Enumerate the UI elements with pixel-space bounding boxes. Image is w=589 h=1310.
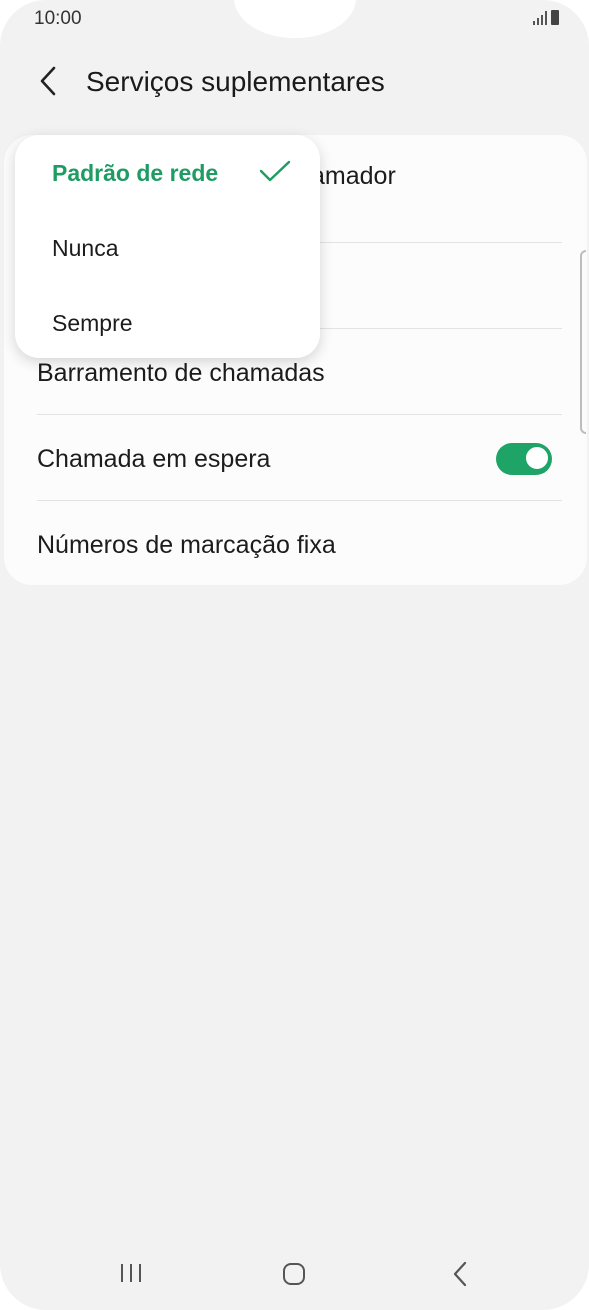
home-icon[interactable] (282, 1262, 306, 1286)
phone-screen: 10:00 Serviços suplementares amador Barr… (0, 0, 589, 1310)
option-network-default[interactable]: Padrão de rede (52, 160, 218, 187)
dropdown-menu: Padrão de rede Nunca Sempre (15, 135, 320, 358)
scrollbar[interactable] (580, 250, 586, 434)
navigation-bar (0, 1240, 589, 1310)
camera-notch (234, 0, 356, 38)
status-time: 10:00 (34, 8, 82, 29)
setting-call-waiting[interactable]: Chamada em espera (37, 414, 562, 501)
check-icon (259, 160, 291, 182)
signal-icon (533, 11, 547, 25)
setting-caller-id-label: amador (311, 162, 396, 190)
toggle-knob (525, 446, 549, 470)
page-title: Serviços suplementares (86, 66, 385, 97)
setting-fixed-dialing[interactable]: Números de marcação fixa (37, 500, 562, 587)
setting-call-barring-label: Barramento de chamadas (37, 359, 325, 387)
battery-icon (551, 10, 559, 25)
recent-apps-icon[interactable] (118, 1262, 144, 1284)
app-header: Serviços suplementares (0, 56, 589, 106)
back-arrow-icon[interactable] (36, 64, 64, 98)
status-icons (533, 10, 559, 25)
option-always[interactable]: Sempre (52, 310, 133, 337)
call-waiting-toggle[interactable] (496, 443, 552, 475)
nav-back-icon[interactable] (450, 1260, 470, 1288)
setting-call-waiting-label: Chamada em espera (37, 445, 271, 473)
option-never[interactable]: Nunca (52, 235, 118, 262)
setting-fixed-dialing-label: Números de marcação fixa (37, 531, 336, 559)
